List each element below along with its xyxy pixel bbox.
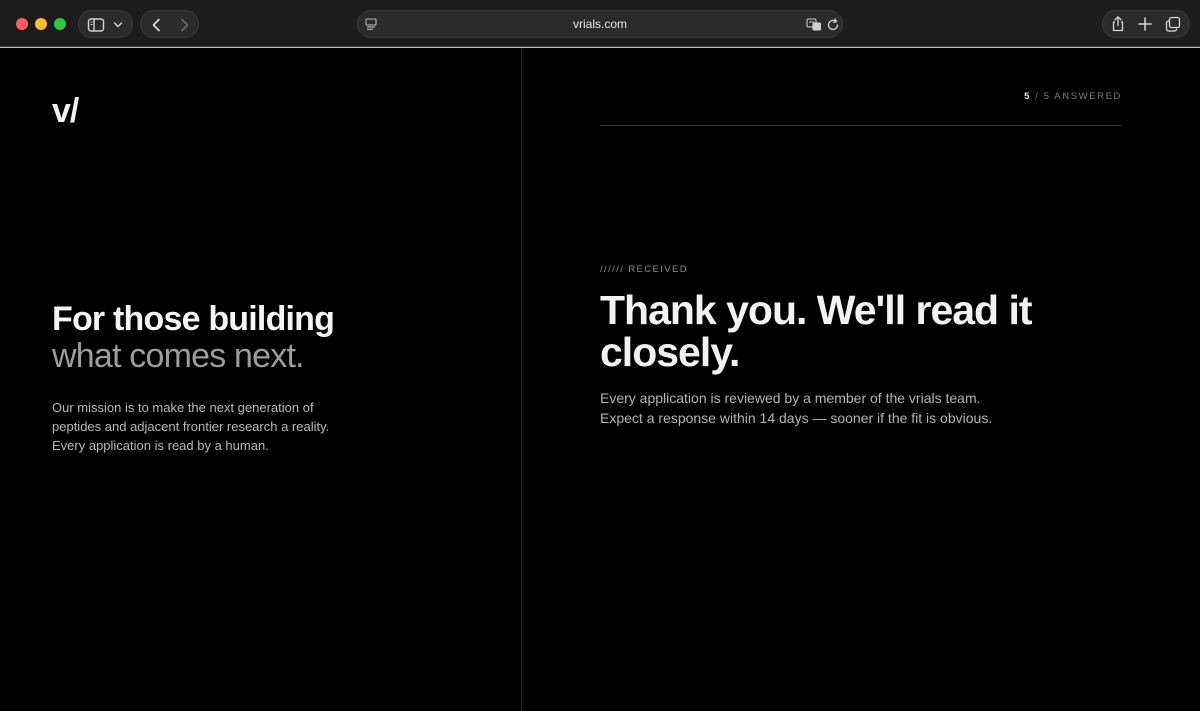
thank-you-line-1: Thank you. We'll read it (600, 287, 1033, 333)
mission-line-2: peptides and adjacent frontier research … (52, 419, 330, 434)
chevron-right-icon[interactable] (175, 16, 193, 34)
address-url: vrials.com (572, 17, 627, 31)
thank-you-heading: Thank you. We'll read it closely. (600, 289, 1070, 373)
chevron-down-icon[interactable] (112, 18, 124, 32)
progress-total: / 5 ANSWERED (1035, 91, 1122, 102)
plus-icon[interactable] (1137, 16, 1153, 32)
browser-window: vrials.com v/ For those building what co (0, 0, 1200, 711)
minimize-window-button[interactable] (35, 18, 47, 30)
headline-line-1: For those building (52, 300, 335, 338)
zoom-window-button[interactable] (54, 18, 66, 30)
progress-indicator: 5 / 5 ANSWERED (900, 91, 1122, 102)
sidebar-icon[interactable] (87, 17, 105, 33)
reload-icon[interactable] (826, 17, 840, 32)
close-window-button[interactable] (16, 18, 28, 30)
confirmation-text: Every application is reviewed by a membe… (600, 388, 1030, 428)
brand-logo[interactable]: v/ (52, 92, 79, 131)
hero-headline: For those building what comes next. (52, 300, 335, 375)
received-label: ////// RECEIVED (600, 264, 689, 275)
progress-current: 5 (1024, 91, 1031, 102)
mission-line-1: Our mission is to make the next generati… (52, 400, 314, 415)
page-content: v/ For those building what comes next. O… (0, 48, 1200, 711)
progress-divider (600, 125, 1122, 126)
confirmation-line-1: Every application is reviewed by a membe… (600, 390, 981, 406)
chevron-left-icon[interactable] (148, 16, 166, 34)
toolbar-actions (1102, 10, 1190, 38)
column-divider (521, 48, 522, 711)
translate-icon[interactable] (806, 17, 822, 32)
mission-text: Our mission is to make the next generati… (52, 398, 352, 455)
confirmation-line-2: Expect a response within 14 days — soone… (600, 410, 993, 426)
thank-you-line-2: closely. (600, 329, 740, 375)
navigation-buttons (140, 10, 199, 38)
browser-toolbar: vrials.com (0, 0, 1200, 48)
headline-line-2: what comes next. (52, 337, 305, 375)
mission-line-3: Every application is read by a human. (52, 438, 269, 453)
sidebar-toggle-group (78, 10, 133, 38)
tabs-icon[interactable] (1165, 16, 1181, 32)
share-icon[interactable] (1109, 15, 1127, 33)
address-bar[interactable]: vrials.com (357, 10, 843, 38)
